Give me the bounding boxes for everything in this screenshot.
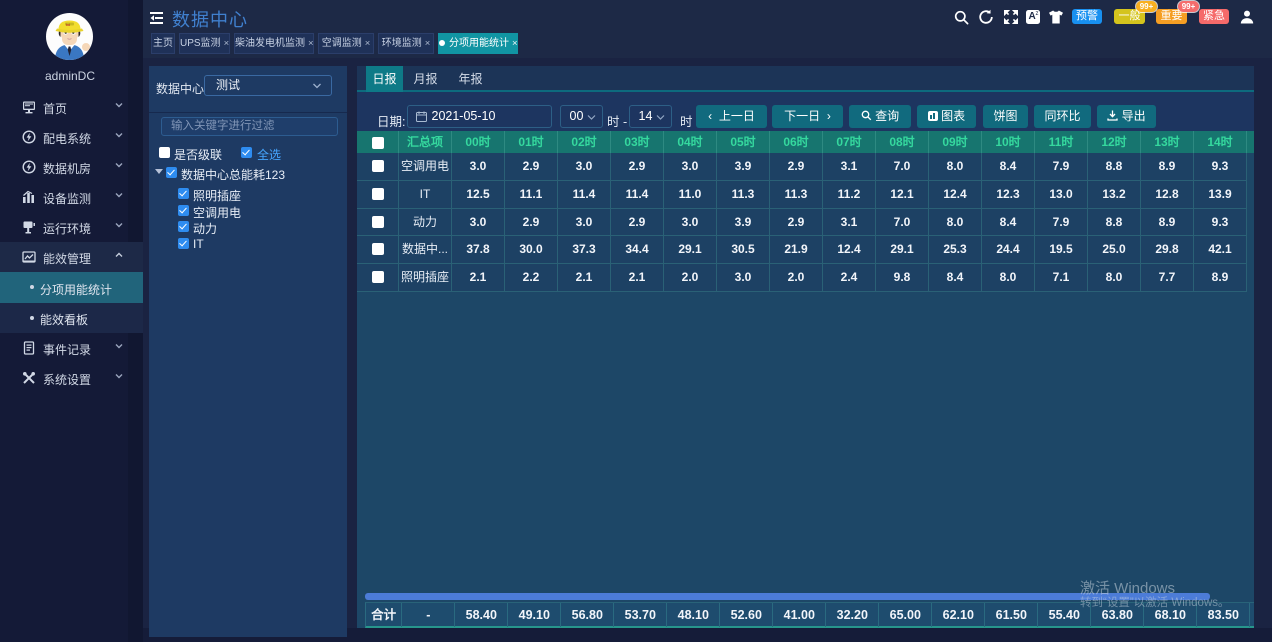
svg-text:bd: bd (66, 23, 70, 27)
